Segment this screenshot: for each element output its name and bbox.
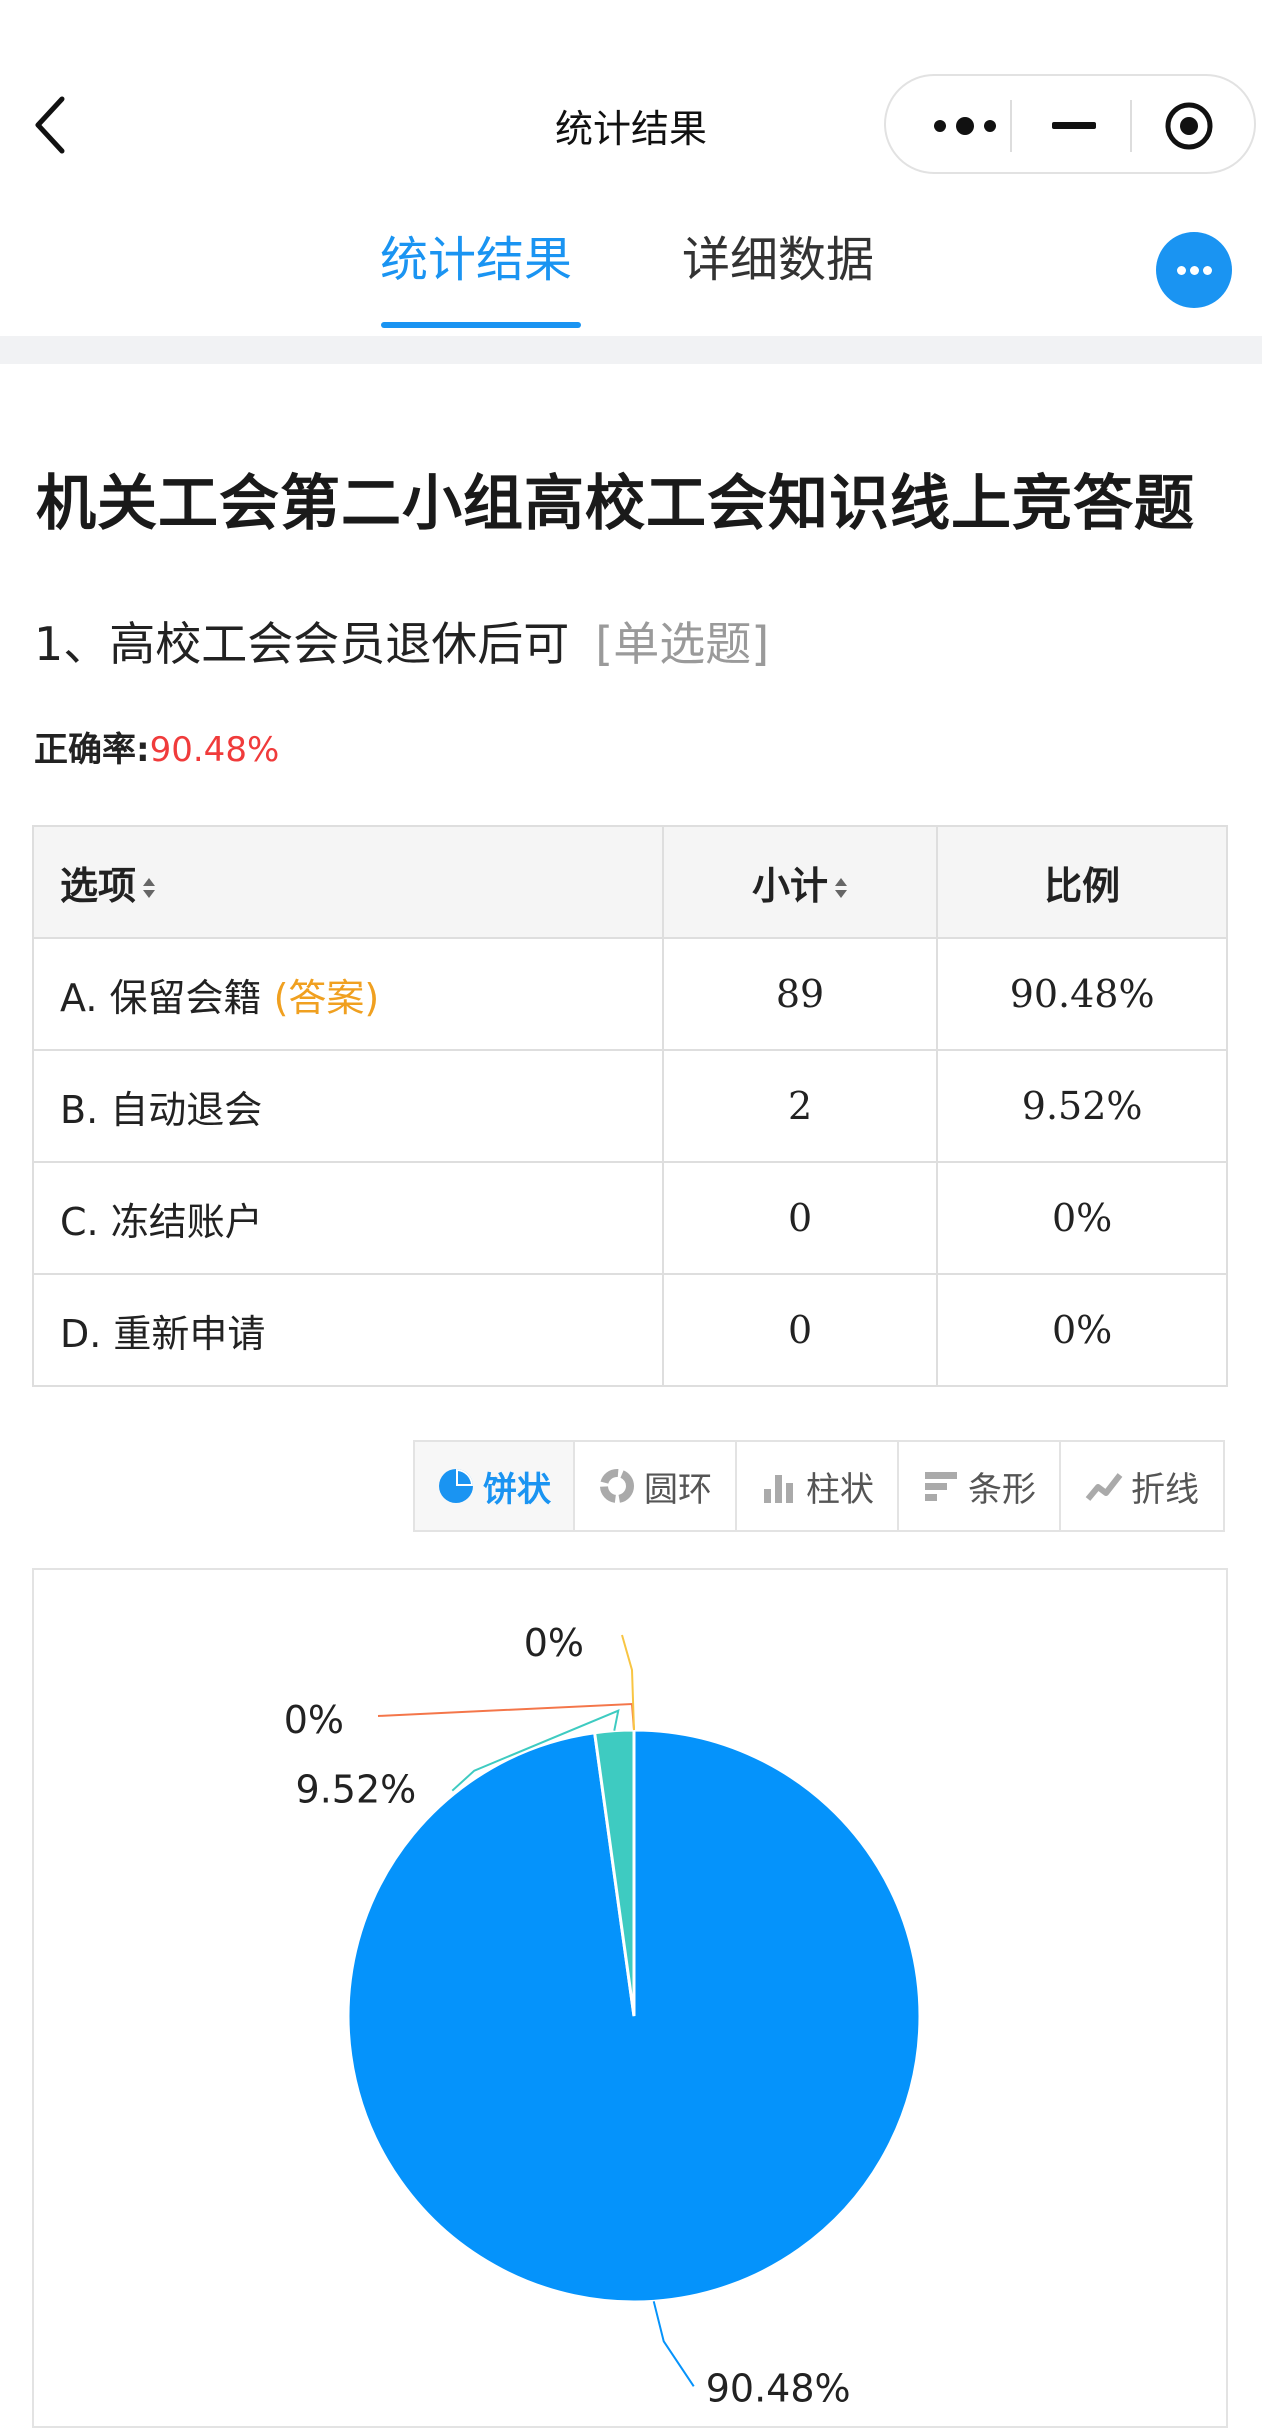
option-label: C. 冻结账户 bbox=[60, 1199, 263, 1244]
more-options-button[interactable] bbox=[1156, 232, 1232, 308]
close-target-icon[interactable] bbox=[1164, 101, 1214, 151]
data-label: 90.48% bbox=[706, 2366, 851, 2410]
option-ratio: 90.48% bbox=[936, 937, 1228, 1051]
sort-icon[interactable] bbox=[834, 874, 848, 902]
data-label: 0% bbox=[524, 1621, 584, 1665]
accuracy-value: 90.48% bbox=[149, 730, 280, 770]
chart-type-line[interactable]: 折线 bbox=[1061, 1442, 1223, 1530]
chart-type-label: 条形 bbox=[968, 1469, 1036, 1510]
table-row: B. 自动退会 2 9.52% bbox=[32, 1049, 1228, 1163]
header-option[interactable]: 选项 bbox=[32, 825, 664, 939]
data-label: 9.52% bbox=[296, 1768, 417, 1812]
option-ratio: 0% bbox=[936, 1161, 1228, 1275]
donut-icon bbox=[600, 1469, 634, 1503]
survey-title: 机关工会第二小组高校工会知识线上竞答题 bbox=[36, 469, 1195, 539]
chart-panel: 90.48% 9.52% 0% 0% bbox=[32, 1568, 1228, 2428]
question-text: 1、高校工会会员退休后可 bbox=[34, 617, 570, 671]
option-label: D. 重新申请 bbox=[60, 1311, 266, 1356]
question-header: 1、高校工会会员退休后可 [单选题] bbox=[34, 608, 769, 674]
data-label: 0% bbox=[284, 1698, 344, 1742]
pie-icon bbox=[439, 1469, 473, 1503]
header-ratio: 比例 bbox=[936, 825, 1228, 939]
table-header-row: 选项 小计 比例 bbox=[32, 825, 1228, 939]
chart-type-label: 折线 bbox=[1131, 1469, 1199, 1510]
chart-type-label: 柱状 bbox=[806, 1469, 874, 1510]
results-table: 选项 小计 比例 A. 保留会籍 (答案) 89 90.48% B. 自动退会 … bbox=[32, 825, 1228, 1387]
capsule-divider bbox=[1010, 100, 1012, 152]
answer-tag: (答案) bbox=[273, 975, 380, 1020]
chart-type-label: 圆环 bbox=[644, 1469, 712, 1510]
pie-chart: 90.48% 9.52% 0% 0% bbox=[284, 1621, 922, 2410]
tab-bar: 统计结果 详细数据 bbox=[0, 190, 1262, 335]
option-count: 89 bbox=[661, 937, 939, 1051]
table-row: C. 冻结账户 0 0% bbox=[32, 1161, 1228, 1275]
chart-type-pie[interactable]: 饼状 bbox=[415, 1442, 575, 1530]
chart-type-switcher: 饼状 圆环 柱状 条形 折线 bbox=[413, 1440, 1225, 1532]
sort-icon[interactable] bbox=[142, 874, 156, 902]
section-divider bbox=[0, 336, 1262, 364]
label-leader-line bbox=[377, 1702, 635, 1731]
chart-type-label: 饼状 bbox=[483, 1469, 551, 1510]
line-icon bbox=[1085, 1473, 1123, 1501]
option-ratio: 9.52% bbox=[936, 1049, 1228, 1163]
accuracy-label: 正确率: bbox=[34, 730, 150, 770]
option-label: A. 保留会籍 bbox=[60, 975, 262, 1020]
tab-statistics[interactable]: 统计结果 bbox=[380, 220, 572, 290]
mini-program-capsule bbox=[884, 74, 1256, 174]
minimize-icon[interactable] bbox=[1052, 122, 1096, 129]
chart-type-column[interactable]: 柱状 bbox=[737, 1442, 899, 1530]
column-icon bbox=[764, 1475, 793, 1503]
nav-bar: 统计结果 bbox=[0, 0, 1262, 190]
active-tab-indicator bbox=[381, 322, 581, 328]
option-count: 0 bbox=[661, 1161, 939, 1275]
accuracy-rate: 正确率:90.48% bbox=[34, 722, 279, 771]
bar-icon bbox=[925, 1472, 957, 1501]
option-label: B. 自动退会 bbox=[60, 1087, 263, 1132]
table-row: A. 保留会籍 (答案) 89 90.48% bbox=[32, 937, 1228, 1051]
header-count[interactable]: 小计 bbox=[661, 825, 939, 939]
chart-type-bar[interactable]: 条形 bbox=[899, 1442, 1061, 1530]
option-count: 2 bbox=[661, 1049, 939, 1163]
tab-detail-data[interactable]: 详细数据 bbox=[682, 220, 874, 290]
capsule-divider bbox=[1130, 100, 1132, 152]
label-leader-line bbox=[652, 2301, 695, 2387]
question-type-tag: [单选题] bbox=[595, 617, 770, 671]
option-count: 0 bbox=[661, 1273, 939, 1387]
option-ratio: 0% bbox=[936, 1273, 1228, 1387]
chart-type-donut[interactable]: 圆环 bbox=[575, 1442, 737, 1530]
table-row: D. 重新申请 0 0% bbox=[32, 1273, 1228, 1387]
